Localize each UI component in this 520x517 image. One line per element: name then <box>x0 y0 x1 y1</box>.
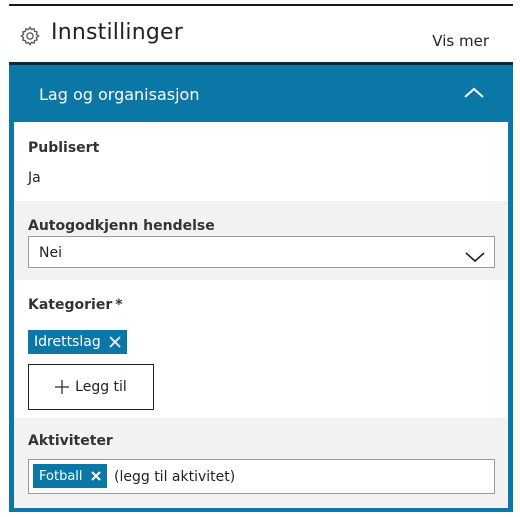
category-tag-label: Idrettslag <box>34 334 101 350</box>
remove-tag-icon[interactable] <box>109 336 121 348</box>
add-activity-placeholder[interactable]: (legg til aktivitet) <box>114 469 414 485</box>
add-category-button[interactable]: Legg til <box>28 364 154 410</box>
kategorier-section: Kategorier * Idrettslag Legg til <box>14 280 508 418</box>
settings-header: Innstillinger Vis mer <box>9 6 513 64</box>
autogodkjenn-select[interactable]: Nei <box>28 236 495 268</box>
accordion-body: Publisert Ja Autogodkjenn hendelse Nei K… <box>14 122 508 508</box>
settings-panel: Innstillinger Vis mer Lag og organisasjo… <box>9 4 513 512</box>
activity-tag: Fotball <box>33 464 107 488</box>
publisert-section: Publisert Ja <box>14 122 508 201</box>
page-title: Innstillinger <box>51 20 184 45</box>
accordion-header[interactable]: Lag og organisasjon <box>9 65 513 122</box>
aktiviteter-input-box[interactable]: Fotball (legg til aktivitet) <box>28 459 495 494</box>
kategorier-label: Kategorier * <box>28 297 123 313</box>
add-category-label: Legg til <box>75 379 127 395</box>
autogodkjenn-selected-value: Nei <box>39 245 62 261</box>
remove-tag-icon[interactable] <box>90 471 101 481</box>
accordion-title: Lag og organisasjon <box>39 85 200 104</box>
accordion-panel: Lag og organisasjon Publisert Ja Autogod… <box>9 65 513 512</box>
category-tag: Idrettslag <box>28 330 127 354</box>
plus-icon <box>55 380 70 394</box>
autogodkjenn-label: Autogodkjenn hendelse <box>28 218 215 234</box>
publisert-label: Publisert <box>28 140 100 156</box>
aktiviteter-label: Aktiviteter <box>28 433 113 449</box>
autogodkjenn-section: Autogodkjenn hendelse Nei <box>14 201 508 280</box>
show-more-button[interactable]: Vis mer <box>432 32 489 50</box>
chevron-up-icon[interactable] <box>463 85 485 99</box>
chevron-down-icon <box>465 248 485 263</box>
required-marker: * <box>115 297 123 313</box>
publisert-value: Ja <box>28 170 41 186</box>
aktiviteter-section: Aktiviteter Fotball (legg til aktivitet) <box>14 418 508 508</box>
gear-icon <box>19 25 41 47</box>
activity-tag-label: Fotball <box>39 468 83 484</box>
